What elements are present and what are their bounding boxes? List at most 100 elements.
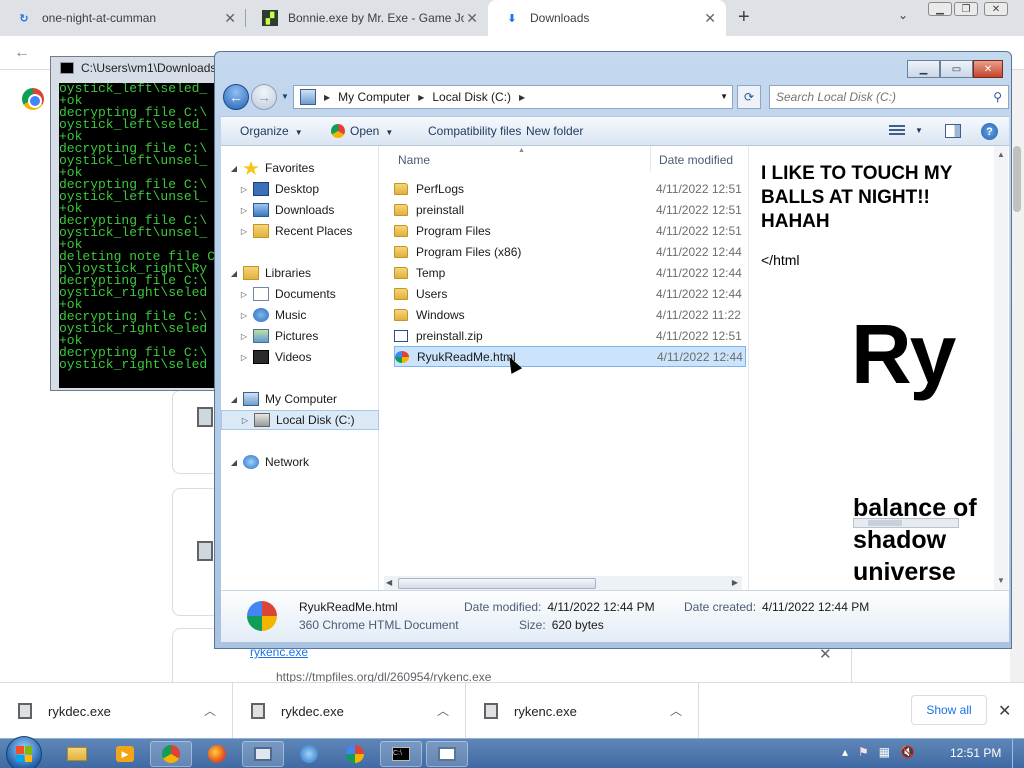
show-all-button[interactable]: Show all: [911, 695, 987, 725]
breadcrumb-arrow-icon[interactable]: ▶: [418, 93, 424, 102]
network-taskbar-icon[interactable]: [288, 741, 330, 767]
nav-item-music[interactable]: ▷ Music: [221, 305, 379, 325]
column-header-date-modified[interactable]: Date modified: [650, 146, 750, 172]
nav-item-network[interactable]: ◢ Network: [221, 452, 379, 472]
tab-downloads[interactable]: ⬇ Downloads ✕: [488, 0, 726, 36]
start-button[interactable]: [6, 736, 42, 768]
search-box[interactable]: ⚲: [769, 85, 1009, 109]
collapsed-triangle-icon[interactable]: ▷: [239, 311, 249, 320]
page-scrollbar[interactable]: [1010, 70, 1024, 682]
file-row[interactable]: Temp 4/11/2022 12:44: [394, 262, 746, 283]
360-browser-taskbar-icon[interactable]: [334, 741, 376, 767]
close-icon[interactable]: ✕: [998, 701, 1011, 721]
file-row[interactable]: PerfLogs 4/11/2022 12:51: [394, 178, 746, 199]
minimize-button[interactable]: ▁: [928, 2, 952, 16]
file-row[interactable]: Users 4/11/2022 12:44: [394, 283, 746, 304]
recent-pages-dropdown-icon[interactable]: ▼: [281, 92, 289, 101]
scrollbar-thumb[interactable]: [398, 578, 596, 589]
cmd-window[interactable]: C:\Users\vm1\Downloads oystick_left\sele…: [50, 56, 227, 391]
file-row[interactable]: RyukReadMe.html 4/11/2022 12:44: [394, 346, 746, 367]
scrollbar-thumb[interactable]: [1013, 146, 1021, 212]
explorer-taskbar-icon[interactable]: [56, 741, 98, 767]
preview-inner-scrollbar[interactable]: [853, 518, 959, 528]
close-icon[interactable]: ✕: [704, 10, 716, 27]
nav-item-desktop[interactable]: ▷ Desktop: [221, 179, 379, 199]
expanded-triangle-icon[interactable]: ◢: [229, 164, 239, 173]
breadcrumb-arrow-icon[interactable]: ▶: [519, 93, 525, 102]
firefox-taskbar-icon[interactable]: [196, 741, 238, 767]
horizontal-scrollbar[interactable]: ◀ ▶: [384, 576, 742, 590]
shelf-item[interactable]: rykenc.exe ︿: [466, 683, 699, 739]
nav-item-my-computer[interactable]: ◢ My Computer: [221, 389, 379, 409]
action-center-flag-icon[interactable]: ⚑: [858, 745, 869, 759]
tab-search-chevron-icon[interactable]: ⌄: [898, 8, 908, 22]
address-dropdown-icon[interactable]: ▼: [720, 92, 728, 101]
collapsed-triangle-icon[interactable]: ▷: [239, 332, 249, 341]
back-button[interactable]: ←: [223, 84, 249, 110]
collapsed-triangle-icon[interactable]: ▷: [239, 353, 249, 362]
maximize-button[interactable]: ❐: [954, 2, 978, 16]
file-row[interactable]: preinstall.zip 4/11/2022 12:51: [394, 325, 746, 346]
scroll-down-icon[interactable]: ▼: [997, 576, 1005, 585]
collapsed-triangle-icon[interactable]: ▷: [240, 416, 250, 425]
shelf-item[interactable]: rykdec.exe ︿: [233, 683, 466, 739]
chevron-up-icon[interactable]: ︿: [204, 702, 216, 719]
nav-item-pictures[interactable]: ▷ Pictures: [221, 326, 379, 346]
expanded-triangle-icon[interactable]: ◢: [229, 458, 239, 467]
volume-muted-icon[interactable]: 🔇: [900, 745, 915, 759]
new-folder-button[interactable]: New folder: [526, 124, 583, 138]
collapsed-triangle-icon[interactable]: ▷: [239, 206, 249, 215]
chevron-up-icon[interactable]: ︿: [670, 702, 682, 719]
collapsed-triangle-icon[interactable]: ▷: [239, 290, 249, 299]
show-desktop-button[interactable]: [1012, 739, 1024, 768]
refresh-button[interactable]: ⟳: [737, 85, 761, 109]
new-tab-button[interactable]: +: [738, 6, 750, 29]
collapsed-triangle-icon[interactable]: ▷: [239, 185, 249, 194]
file-row[interactable]: preinstall 4/11/2022 12:51: [394, 199, 746, 220]
file-row[interactable]: Program Files 4/11/2022 12:51: [394, 220, 746, 241]
search-icon[interactable]: ⚲: [993, 90, 1002, 104]
tab-bonnie-exe[interactable]: ▞ Bonnie.exe by Mr. Exe - Game Jo ✕: [246, 0, 488, 36]
preview-vertical-scrollbar[interactable]: ▲ ▼: [994, 146, 1008, 590]
scrollbar-thumb[interactable]: [868, 520, 902, 526]
expanded-triangle-icon[interactable]: ◢: [229, 395, 239, 404]
explorer-window[interactable]: ▁ ▭ ✕ ← → ▼ ▶ My Computer ▶ Local Disk (…: [214, 51, 1012, 649]
maximize-button[interactable]: ▭: [940, 60, 973, 78]
compatibility-files-button[interactable]: Compatibility files: [428, 124, 521, 138]
nav-item-documents[interactable]: ▷ Documents: [221, 284, 379, 304]
breadcrumb-my-computer[interactable]: My Computer: [338, 90, 410, 104]
chrome-taskbar-icon[interactable]: [150, 741, 192, 767]
organize-button[interactable]: Organize ▼: [240, 124, 303, 138]
search-input[interactable]: [770, 86, 984, 108]
cmd-taskbar-icon[interactable]: C:\: [380, 741, 422, 767]
change-view-icon[interactable]: [889, 125, 905, 137]
minimize-button[interactable]: ▁: [907, 60, 940, 78]
chevron-up-icon[interactable]: ︿: [437, 702, 449, 719]
scroll-right-icon[interactable]: ▶: [732, 578, 738, 587]
nav-item-local-disk-c[interactable]: ▷ Local Disk (C:): [221, 410, 379, 430]
nav-item-libraries[interactable]: ◢ Libraries: [221, 263, 379, 283]
breadcrumb-arrow-icon[interactable]: ▶: [324, 93, 330, 102]
remote-desktop-taskbar-icon[interactable]: [242, 741, 284, 767]
nav-item-downloads[interactable]: ▷ Downloads: [221, 200, 379, 220]
open-button[interactable]: Open ▼: [331, 124, 393, 138]
file-row[interactable]: Program Files (x86) 4/11/2022 12:44: [394, 241, 746, 262]
file-row[interactable]: Windows 4/11/2022 11:22 .: [394, 304, 746, 325]
tab-one-night-at-cumman[interactable]: ↻ one-night-at-cumman ✕: [0, 0, 246, 36]
breadcrumb-local-disk[interactable]: Local Disk (C:): [432, 90, 511, 104]
taskbar-clock[interactable]: 12:51 PM: [950, 746, 1001, 760]
expanded-triangle-icon[interactable]: ◢: [229, 269, 239, 278]
cmd-title-bar[interactable]: C:\Users\vm1\Downloads: [51, 57, 225, 81]
network-status-icon[interactable]: ▦: [879, 745, 890, 759]
scroll-up-icon[interactable]: ▲: [997, 150, 1005, 159]
close-window-button[interactable]: ✕: [973, 60, 1003, 78]
media-player-taskbar-icon[interactable]: ▶: [104, 741, 146, 767]
back-arrow-icon[interactable]: ←: [14, 44, 30, 62]
close-window-button[interactable]: ✕: [984, 2, 1008, 16]
forward-button[interactable]: →: [251, 84, 277, 110]
column-header-name[interactable]: Name: [398, 146, 430, 172]
help-icon[interactable]: ?: [981, 123, 998, 140]
chevron-down-icon[interactable]: ▼: [915, 126, 923, 135]
address-bar[interactable]: ▶ My Computer ▶ Local Disk (C:) ▶ ▼: [293, 85, 733, 109]
close-icon[interactable]: ✕: [466, 10, 478, 27]
